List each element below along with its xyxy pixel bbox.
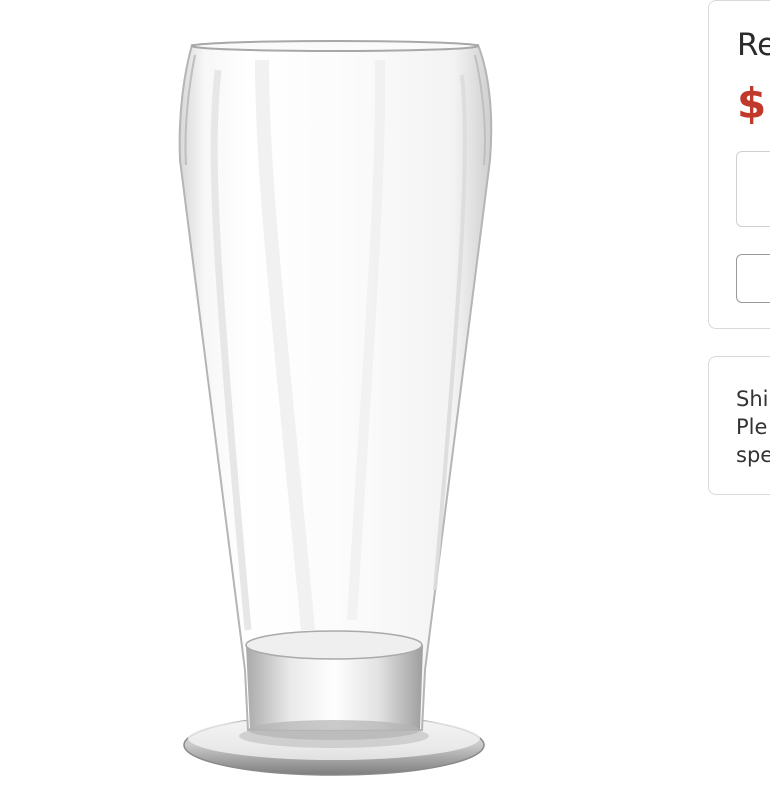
shipping-line-3: spe — [736, 443, 770, 467]
shipping-panel: Shi Ple spe — [708, 356, 770, 495]
product-page: Re $1 Shi Ple spe — [0, 0, 770, 810]
product-image — [178, 40, 493, 776]
panel-title: Re — [737, 27, 770, 63]
purchase-panel: Re $1 — [708, 0, 770, 329]
shipping-text: Shi Ple spe — [736, 385, 770, 469]
price: $1 — [737, 79, 770, 128]
quantity-field[interactable] — [736, 151, 770, 227]
shipping-line-1: Shi — [736, 387, 769, 411]
shipping-line-2: Ple — [736, 415, 768, 439]
add-to-cart-button[interactable] — [736, 254, 770, 303]
